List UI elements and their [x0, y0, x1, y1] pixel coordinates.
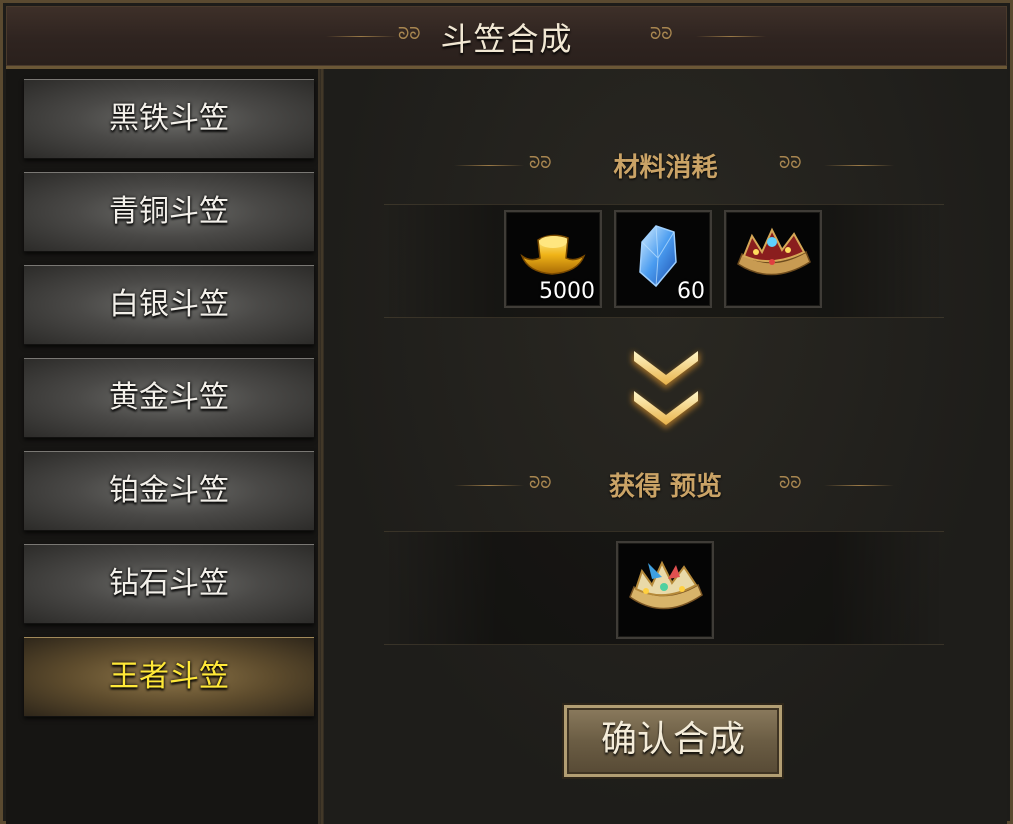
scroll-ornament-icon: ᘐᘐ: [779, 473, 802, 492]
main-panel: ᘐᘐ 材料消耗 ᘐᘐ 5000 60 ᘐᘐ 获得 预览 ᘐᘐ 确认合成: [324, 69, 1007, 824]
sidebar: 黑铁斗笠 青铜斗笠 白银斗笠 黄金斗笠 铂金斗笠 钻石斗笠 王者斗笠: [6, 69, 324, 824]
title-bar: ᘐᘐ 斗笠合成 ᘐᘐ: [6, 6, 1007, 69]
king-crown-icon: [629, 560, 703, 610]
sidebar-item-black-iron[interactable]: 黑铁斗笠: [24, 79, 314, 159]
sidebar-item-silver[interactable]: 白银斗笠: [24, 265, 314, 345]
sidebar-item-king[interactable]: 王者斗笠: [24, 637, 314, 717]
material-slot-blue-crystal[interactable]: 60: [614, 210, 712, 308]
down-arrow-icon: [632, 351, 700, 429]
material-slot-diamond-crown[interactable]: [724, 210, 822, 308]
materials-title: 材料消耗: [613, 153, 718, 183]
material-count: 5000: [539, 279, 595, 304]
sidebar-item-diamond[interactable]: 钻石斗笠: [24, 544, 314, 624]
preview-title: 获得 预览: [608, 472, 723, 502]
scroll-ornament-icon: ᘐᘐ: [779, 153, 802, 172]
sidebar-item-gold[interactable]: 黄金斗笠: [24, 358, 314, 438]
material-count: 60: [677, 279, 705, 304]
preview-slot-king-crown[interactable]: [616, 541, 714, 639]
window-title: 斗笠合成: [440, 20, 573, 58]
synthesis-window: ᘐᘐ 斗笠合成 ᘐᘐ 黑铁斗笠 青铜斗笠 白银斗笠 黄金斗笠 铂金斗笠 钻石斗笠…: [0, 0, 1013, 824]
sidebar-item-platinum[interactable]: 铂金斗笠: [24, 451, 314, 531]
sidebar-item-bronze[interactable]: 青铜斗笠: [24, 172, 314, 252]
scroll-ornament-icon: ᘐᘐ: [650, 24, 673, 43]
diamond-crown-icon: [737, 227, 811, 276]
preview-divider-right: [824, 485, 894, 486]
confirm-synthesis-button[interactable]: 确认合成: [564, 705, 782, 777]
materials-divider-right: [824, 165, 894, 166]
title-divider-right: [696, 36, 766, 37]
material-slot-gold-ingot[interactable]: 5000: [504, 210, 602, 308]
